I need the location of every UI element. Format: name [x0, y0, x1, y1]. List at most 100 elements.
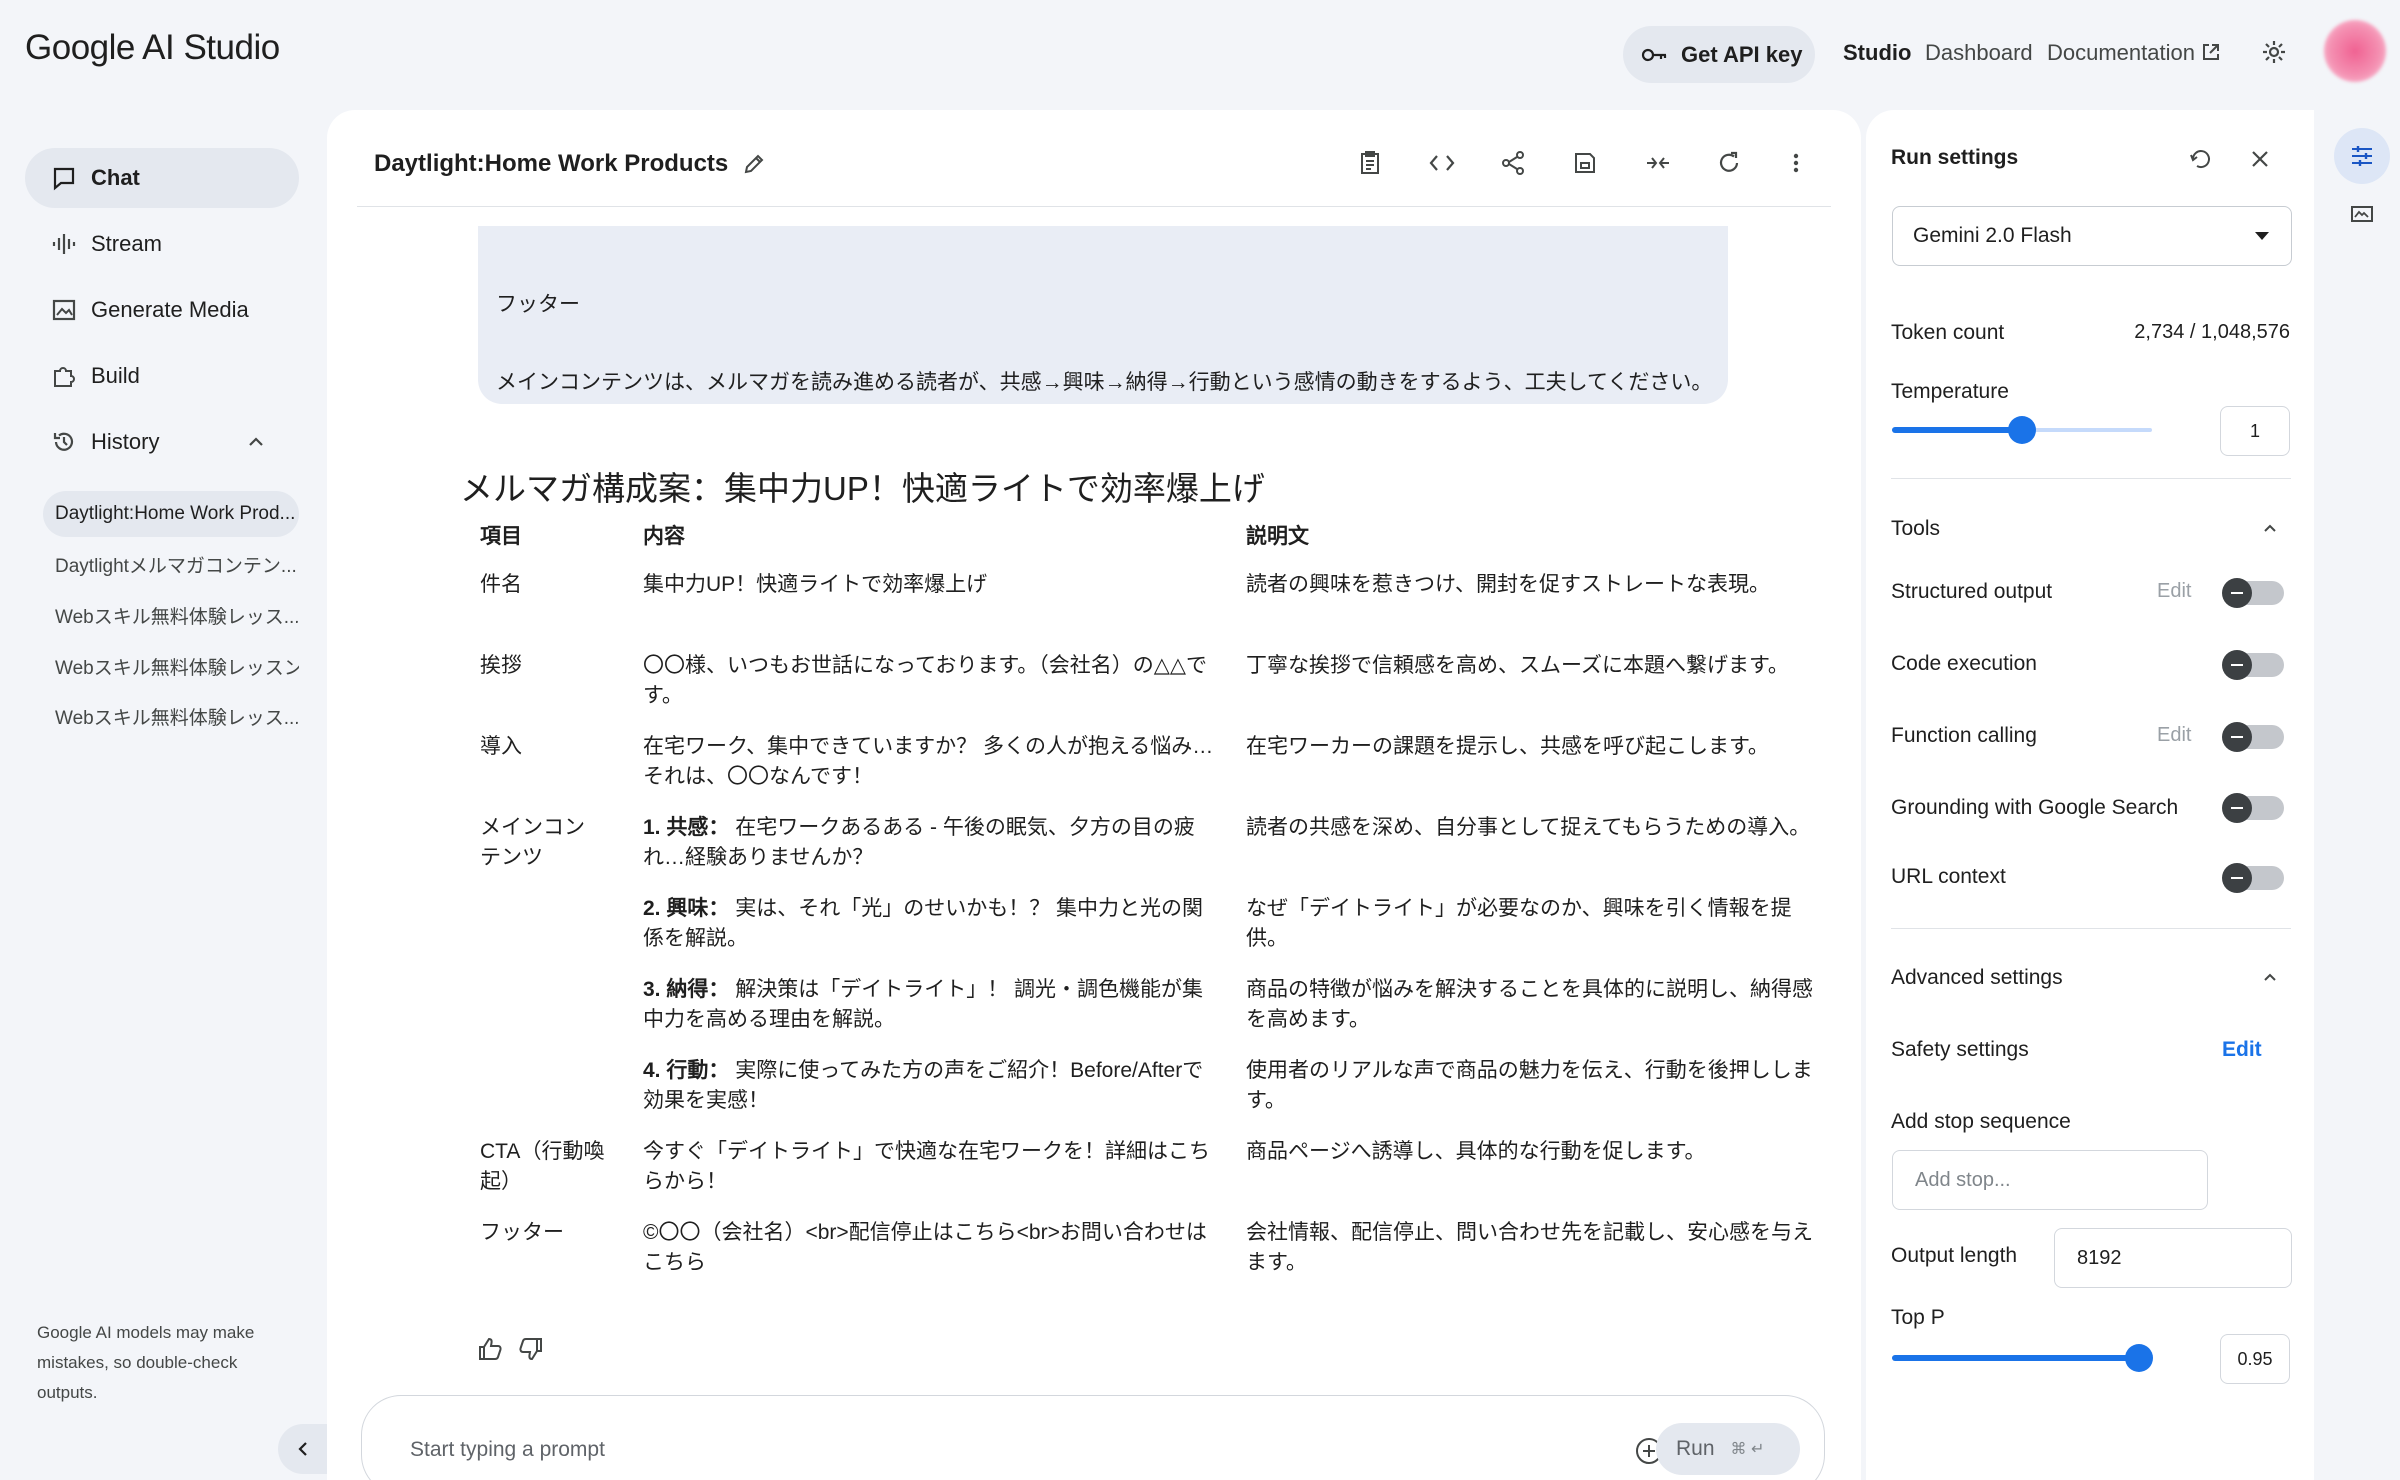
user-message-line: フッター [496, 293, 580, 316]
function-calling-toggle[interactable] [2222, 722, 2284, 752]
code-execution-toggle[interactable] [2222, 650, 2284, 680]
sidebar-item-stream[interactable]: Stream [25, 214, 299, 274]
run-button[interactable]: Run ⌘ ↵ [1656, 1423, 1800, 1475]
sidebar-item-chat[interactable]: Chat [25, 148, 299, 208]
nav-dashboard-link[interactable]: Dashboard [1925, 40, 2033, 66]
table-cell: 使用者のリアルな声で商品の魅力を伝え、行動を後押しします。 [1246, 1059, 1813, 1112]
compare-arrows-icon[interactable] [1644, 150, 1672, 176]
refresh-icon[interactable] [1716, 150, 1742, 176]
history-item[interactable]: Daytlight:Home Work Prod... [43, 491, 299, 537]
sidebar-item-generate-media[interactable]: Generate Media [25, 280, 299, 340]
table-cell: 件名 [480, 573, 522, 596]
history-item[interactable]: Webスキル無料体験レッス... [43, 693, 299, 739]
stop-sequence-label: Add stop sequence [1891, 1110, 2071, 1133]
chevron-left-icon [298, 1442, 307, 1456]
model-select[interactable]: Gemini 2.0 Flash [1892, 206, 2292, 266]
tune-icon [2352, 146, 2372, 166]
table-cell: 3. 納得： 解決策は「デイトライト」！ 調光・調色機能が集中力を高める理由を解… [643, 975, 1223, 1035]
key-icon [1641, 48, 1667, 61]
table-cell: 会社情報、配信停止、問い合わせ先を記載し、安心感を与えます。 [1246, 1221, 1813, 1274]
table-header: 項目 [480, 525, 522, 548]
sidebar-item-history[interactable]: History [25, 412, 299, 472]
safety-settings-label: Safety settings [1891, 1038, 2029, 1061]
close-icon[interactable] [2249, 148, 2271, 170]
nav-studio-link[interactable]: Studio [1843, 40, 1911, 66]
collapse-sidebar-button[interactable] [278, 1424, 328, 1474]
sidebar-item-build[interactable]: Build [25, 346, 299, 406]
history-item[interactable]: Daytlightメルマガコンテン... [43, 541, 299, 587]
app-logo[interactable]: Google AI Studio [25, 28, 280, 68]
tool-label: Structured output [1891, 580, 2053, 603]
tool-label: Code execution [1891, 652, 2037, 675]
table-cell: 今すぐ「デイトライト」で快適な在宅ワークを！詳細はこちらから！ [643, 1140, 1210, 1193]
top-bar: Google AI Studio Get API key Studio Dash… [0, 0, 2400, 106]
step-label: 1. 共感： [643, 816, 730, 839]
history-icon [53, 432, 74, 451]
tool-label: Function calling [1891, 724, 2037, 747]
table-cell: 導入 [480, 735, 522, 758]
gallery-icon [2351, 206, 2373, 222]
get-api-key-button[interactable]: Get API key [1623, 26, 1815, 83]
user-message-bubble: フッター メインコンテンツは、メルマガを読み進める読者が、共感→興味→納得→行動… [478, 226, 1728, 404]
model-select-value: Gemini 2.0 Flash [1913, 224, 2072, 247]
settings-gear-icon[interactable] [2260, 38, 2288, 66]
reset-settings-icon[interactable] [2188, 146, 2214, 172]
safety-settings-edit-link[interactable]: Edit [2222, 1038, 2262, 1062]
step-label: 4. 行動： [643, 1059, 730, 1082]
structured-output-toggle[interactable] [2222, 578, 2284, 608]
get-api-key-label: Get API key [1681, 41, 1803, 67]
table-cell: 読者の共感を深め、自分事として捉えてもらうための導入。 [1246, 816, 1811, 839]
nav-documentation-link[interactable]: Documentation [2047, 40, 2195, 66]
table-cell: CTA（行動喚起） [480, 1140, 605, 1193]
chat-icon [53, 167, 75, 191]
code-icon[interactable] [1428, 150, 1456, 176]
grounding-search-toggle[interactable] [2222, 793, 2284, 823]
stop-sequence-input[interactable]: Add stop... [1892, 1150, 2208, 1210]
history-item[interactable]: Webスキル無料体験レッス... [43, 592, 299, 638]
clipboard-icon[interactable] [1357, 150, 1383, 176]
user-avatar[interactable] [2324, 20, 2386, 82]
step-label: 3. 納得： [643, 978, 730, 1001]
temperature-input[interactable]: 1 [2220, 406, 2290, 456]
function-calling-edit-link[interactable]: Edit [2157, 724, 2191, 747]
token-count-label: Token count [1891, 321, 2005, 344]
more-vert-icon[interactable] [1789, 150, 1803, 176]
right-rail [2318, 110, 2400, 1480]
top-p-label: Top P [1891, 1306, 1945, 1329]
run-settings-panel: Run settings Gemini 2.0 Flash Token coun… [1866, 110, 2314, 1480]
tool-label: URL context [1891, 865, 2006, 888]
slider-thumb[interactable] [2125, 1344, 2153, 1372]
table-cell: 商品の特徴が悩みを解決することを具体的に説明し、納得感を高めます。 [1246, 978, 1813, 1031]
table-cell: 4. 行動： 実際に使ってみた方の声をご紹介！Before/Afterで効果を実… [643, 1056, 1223, 1116]
chevron-up-icon[interactable] [2262, 971, 2278, 983]
sidebar-item-label: Chat [91, 165, 140, 190]
run-settings-toggle-button[interactable] [2334, 128, 2390, 184]
thumbs-down-icon[interactable] [517, 1335, 545, 1363]
user-message-line: メインコンテンツは、メルマガを読み進める読者が、共感→興味→納得→行動という感情… [496, 371, 1713, 394]
prompt-input[interactable]: Start typing a prompt Run ⌘ ↵ [361, 1395, 1825, 1480]
history-item[interactable]: Webスキル無料体験レッスン [43, 643, 299, 689]
thumbs-up-icon[interactable] [476, 1335, 504, 1363]
top-p-input[interactable]: 0.95 [2220, 1334, 2290, 1384]
save-icon[interactable] [1572, 150, 1598, 176]
chevron-up-icon[interactable] [2262, 522, 2278, 534]
puzzle-icon [54, 367, 75, 387]
output-length-input[interactable]: 8192 [2054, 1228, 2292, 1288]
table-cell: ©〇〇（会社名）<br>配信停止はこちら<br>お問い合わせはこちら [643, 1221, 1207, 1274]
url-context-toggle[interactable] [2222, 863, 2284, 893]
edit-pencil-icon[interactable] [742, 152, 766, 176]
advanced-settings-label[interactable]: Advanced settings [1891, 966, 2063, 990]
table-cell: 丁寧な挨拶で信頼感を高め、スムーズに本題へ繋げます。 [1246, 654, 1789, 677]
divider [1891, 928, 2291, 929]
output-length-label: Output length [1891, 1244, 2018, 1267]
tools-section-label[interactable]: Tools [1891, 517, 1940, 541]
response-heading: メルマガ構成案：集中力UP！快適ライトで効率爆上げ [460, 470, 1265, 507]
media-panel-button[interactable] [2334, 186, 2390, 242]
run-label: Run [1676, 1437, 1715, 1460]
structured-output-edit-link[interactable]: Edit [2157, 580, 2191, 603]
table-header: 説明文 [1246, 525, 1309, 548]
slider-fill [1892, 1355, 2139, 1361]
slider-thumb[interactable] [2008, 416, 2036, 444]
chevron-up-icon[interactable] [247, 436, 265, 448]
share-icon[interactable] [1500, 150, 1526, 176]
